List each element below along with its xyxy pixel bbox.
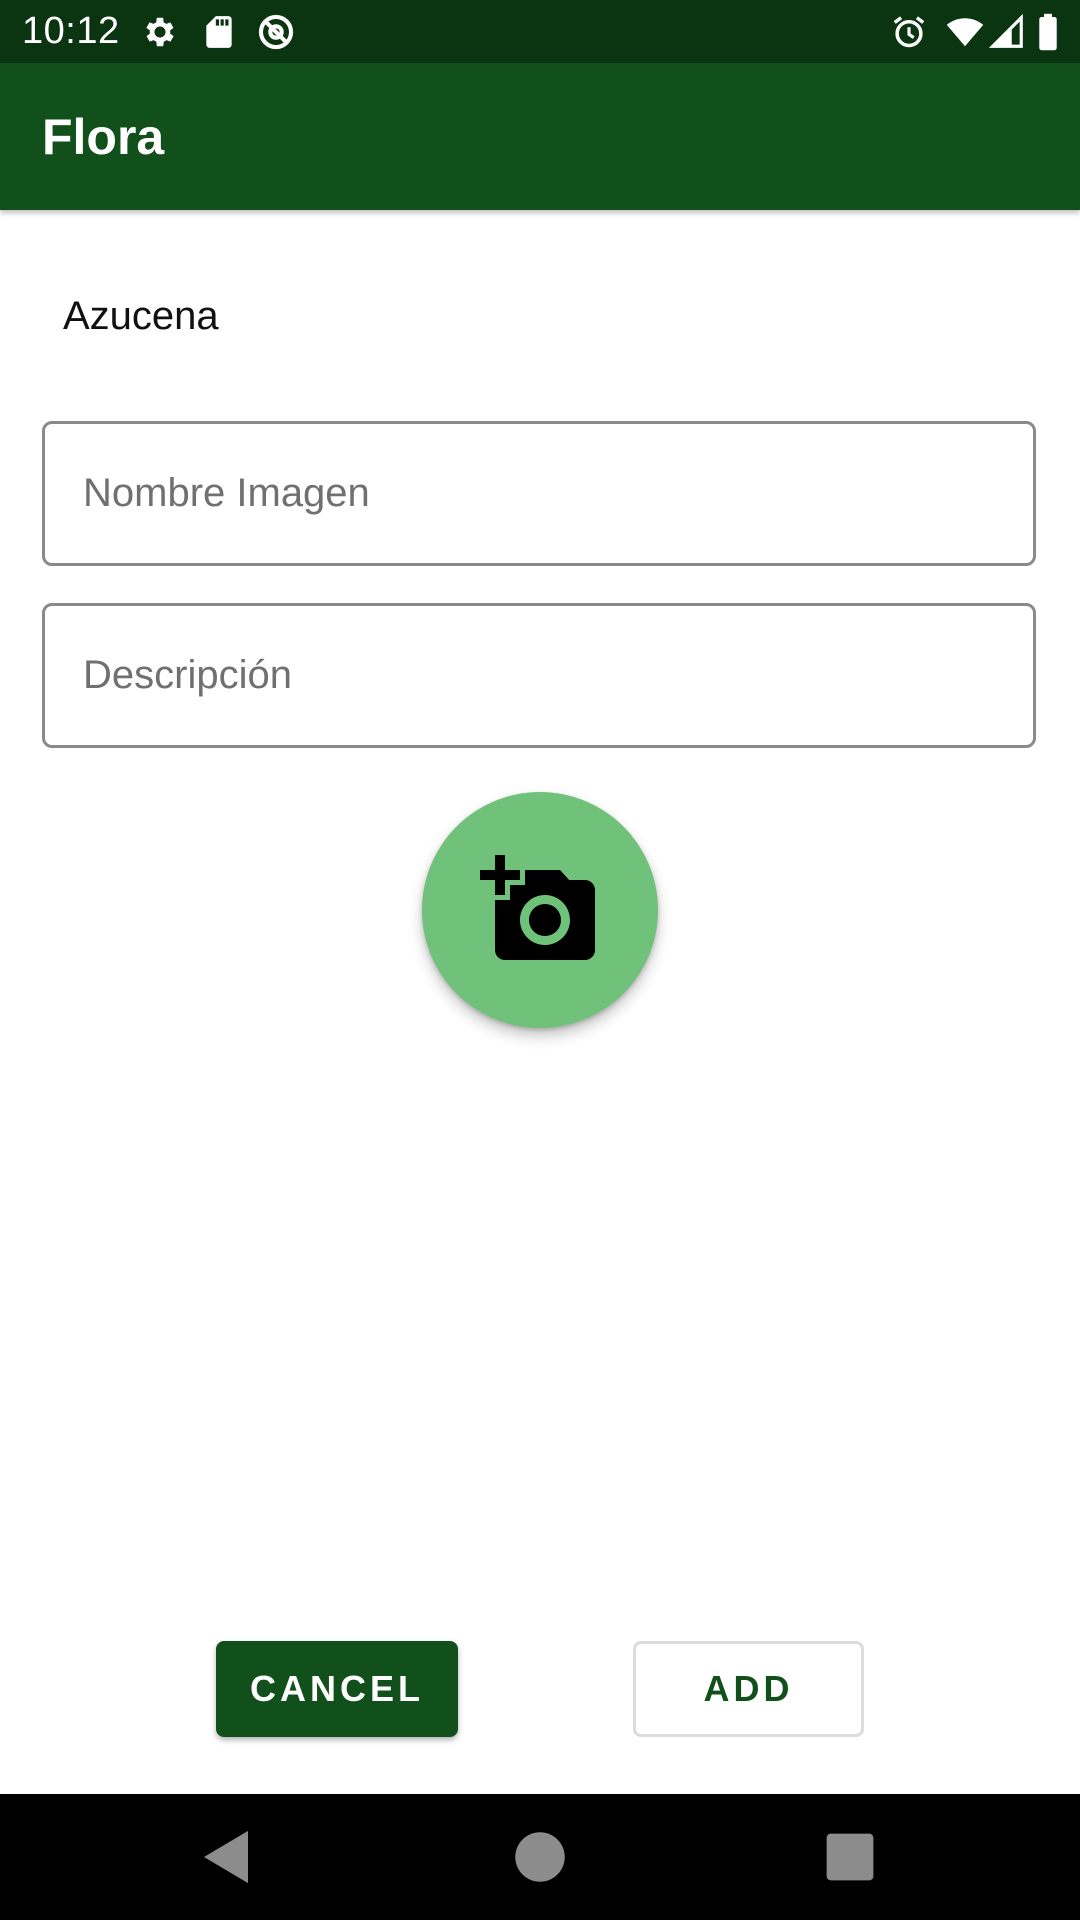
signal-icon [988, 13, 1026, 51]
add-button[interactable]: ADD [633, 1641, 864, 1737]
app-title: Flora [42, 109, 165, 165]
app-bar: Flora [0, 63, 1080, 210]
screen: 10:12 Flora Azucena Nombre Imagen Descri… [0, 0, 1080, 1920]
wifi-icon [944, 13, 986, 51]
status-bar: 10:12 [0, 0, 1080, 63]
cancel-button[interactable]: CANCEL [216, 1641, 458, 1737]
add-a-photo-icon [480, 850, 600, 970]
battery-icon [1036, 13, 1060, 51]
image-name-input[interactable] [83, 424, 983, 563]
at-sign-icon [257, 13, 295, 51]
description-field[interactable] [42, 603, 1036, 748]
status-time: 10:12 [22, 10, 120, 52]
image-name-field[interactable] [42, 421, 1036, 566]
alarm-icon [890, 13, 928, 51]
description-input[interactable] [83, 606, 983, 745]
sd-card-icon [200, 13, 238, 51]
add-photo-button[interactable] [422, 792, 658, 1028]
plant-name-label: Azucena [63, 294, 219, 338]
navigation-bar [0, 1794, 1080, 1920]
gear-icon [141, 13, 179, 51]
home-icon[interactable] [507, 1824, 573, 1890]
back-icon[interactable] [193, 1824, 259, 1890]
recents-icon[interactable] [817, 1824, 883, 1890]
